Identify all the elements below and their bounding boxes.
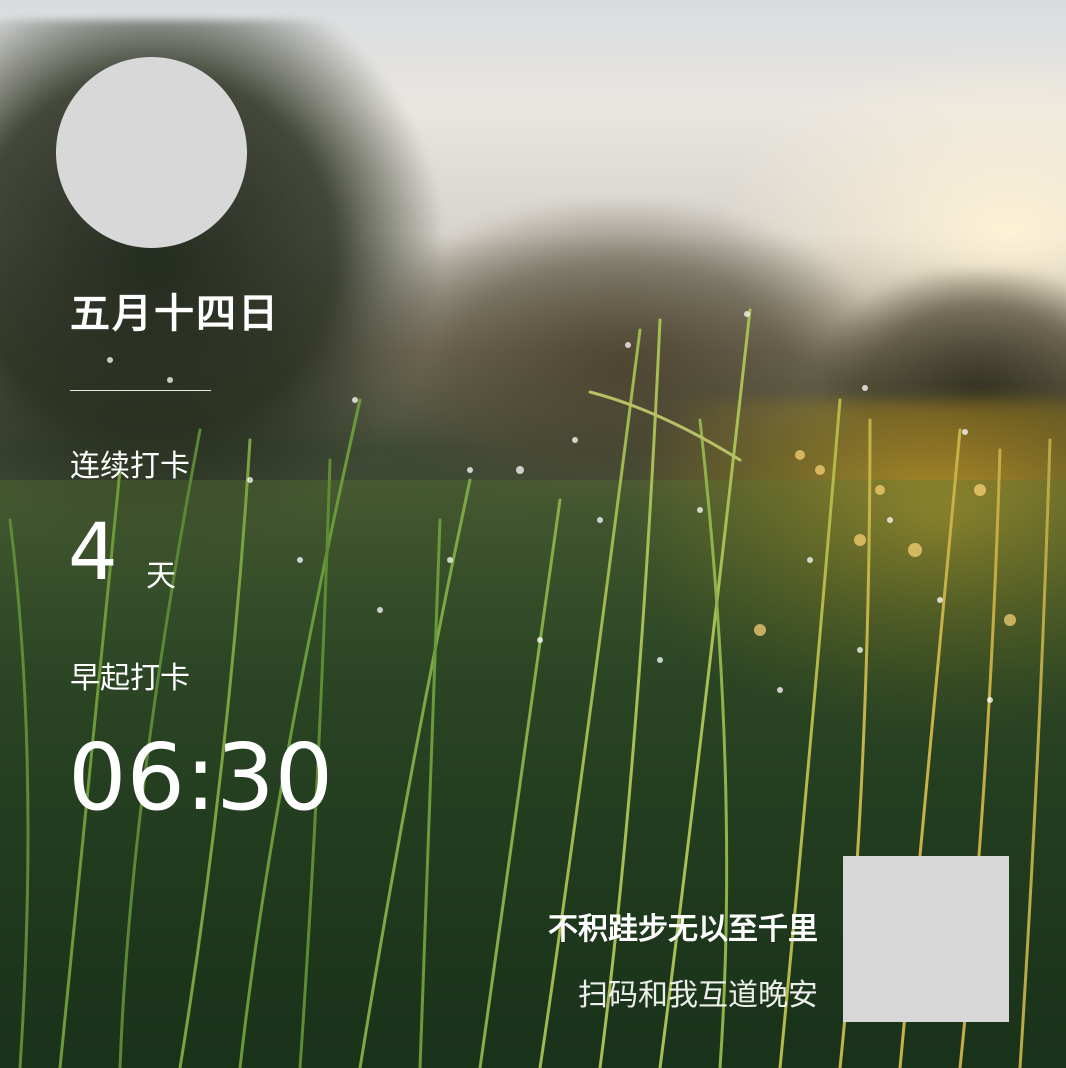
date-label: 五月十四日 [70,291,280,337]
qr-code [843,856,1009,1022]
streak-days-value: 4 [68,508,118,598]
streak-days-unit: 天 [146,559,176,594]
early-checkin-time: 06:30 [68,724,334,831]
streak-label: 连续打卡 [70,449,190,484]
avatar [56,57,247,248]
divider [70,390,211,391]
motto-text: 不积跬步无以至千里 [548,912,818,947]
early-checkin-label: 早起打卡 [70,661,190,696]
scan-prompt-text: 扫码和我互道晚安 [578,978,818,1013]
